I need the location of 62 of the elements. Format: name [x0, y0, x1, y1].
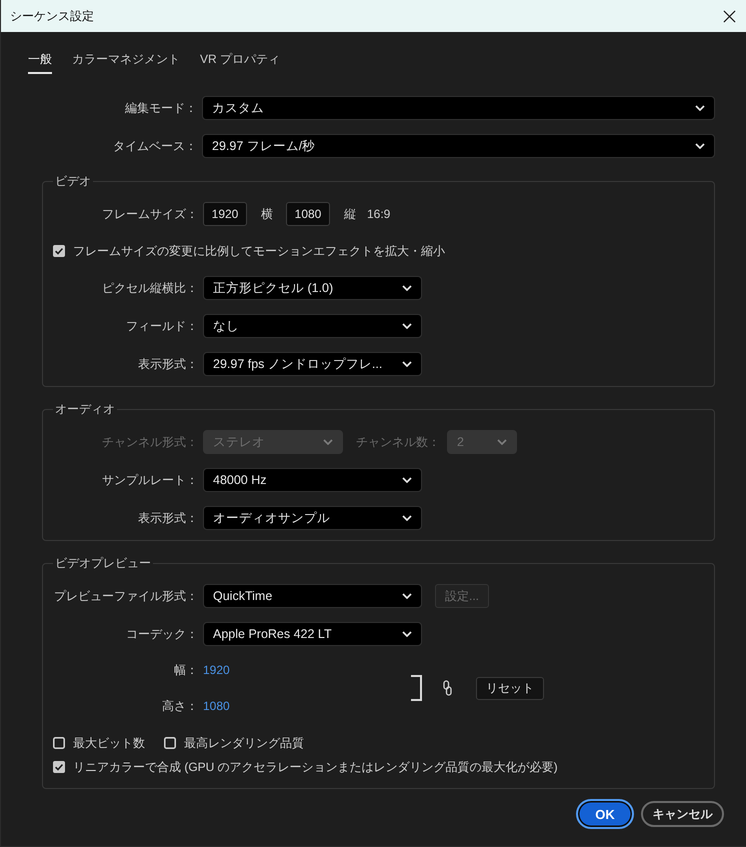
number-field[interactable]: 1920	[203, 202, 247, 226]
unit-label: 縦	[344, 206, 356, 222]
chevron-down-icon	[323, 439, 333, 445]
checkbox[interactable]	[164, 737, 176, 749]
field-label: 編集モード：	[124, 100, 197, 116]
chevron-down-icon	[402, 361, 412, 367]
chevron-down-icon	[402, 631, 412, 637]
field-label: ピクセル縦横比：	[101, 280, 198, 296]
checkbox-label: 最大ビット数	[73, 734, 145, 752]
bracket-icon	[410, 675, 422, 701]
chevron-down-icon	[402, 477, 412, 483]
field-label: フレームサイズ：	[101, 206, 198, 222]
chevron-down-icon	[402, 323, 412, 329]
chevron-down-icon	[402, 515, 412, 521]
tab[interactable]: カラーマネジメント	[72, 50, 180, 74]
checkbox[interactable]	[53, 761, 65, 773]
unit-label: 横	[261, 206, 273, 222]
aspect-ratio-text: 16:9	[367, 207, 390, 221]
reset-button[interactable]: リセット	[476, 676, 544, 700]
chain-link-icon[interactable]	[443, 680, 452, 696]
tab[interactable]: VR プロパティ	[200, 50, 280, 74]
checkbox[interactable]	[53, 245, 65, 257]
field-label: 表示形式：	[137, 510, 198, 526]
cancel-button[interactable]: キャンセル	[641, 801, 724, 827]
chevron-down-icon	[497, 439, 507, 445]
window-title: シーケンス設定	[10, 8, 94, 24]
field-label: タイムベース：	[112, 138, 197, 154]
checkbox[interactable]	[53, 737, 65, 749]
field-label: チャンネル数：	[356, 434, 440, 450]
dimension-label: 高さ：	[161, 698, 198, 714]
dropdown[interactable]: 29.97 fps ノンドロップフレ...	[203, 352, 422, 376]
chevron-down-icon	[695, 105, 705, 111]
dropdown[interactable]: オーディオサンプル	[203, 506, 422, 530]
dimension-value[interactable]: 1920	[203, 663, 230, 677]
dropdown[interactable]: カスタム	[202, 96, 715, 120]
chevron-down-icon	[402, 285, 412, 291]
checkbox-label: 最高レンダリング品質	[184, 734, 304, 752]
dropdown[interactable]: なし	[203, 314, 422, 338]
section-title: ビデオ	[54, 174, 92, 188]
tab[interactable]: 一般	[28, 50, 52, 74]
field-label: フィールド：	[125, 318, 198, 334]
field-label: チャンネル形式：	[101, 434, 198, 450]
ok-button[interactable]: OK	[576, 799, 634, 829]
checkbox-label: リニアカラーで合成 (GPU のアクセラレーションまたはレンダリング品質の最大化が必要)	[73, 758, 558, 776]
chevron-down-icon	[402, 593, 412, 599]
dropdown[interactable]: 48000 Hz	[203, 468, 422, 492]
close-icon[interactable]	[723, 10, 736, 22]
dropdown[interactable]: 29.97 フレーム/秒	[202, 134, 715, 158]
dropdown[interactable]: QuickTime	[203, 584, 422, 608]
field-label: コーデック：	[125, 626, 198, 642]
dropdown[interactable]: 正方形ピクセル (1.0)	[203, 276, 422, 300]
dimension-value[interactable]: 1080	[203, 699, 230, 713]
number-field[interactable]: 1080	[286, 202, 330, 226]
dimension-label: 幅：	[173, 662, 198, 678]
section-title: ビデオプレビュー	[54, 556, 152, 570]
field-label: 表示形式：	[137, 356, 198, 372]
chevron-down-icon	[695, 143, 705, 149]
section-title: オーディオ	[54, 402, 116, 416]
field-label: サンプルレート：	[101, 472, 198, 488]
field-label: プレビューファイル形式：	[53, 588, 198, 604]
dropdown[interactable]: Apple ProRes 422 LT	[203, 622, 422, 646]
checkbox-label: フレームサイズの変更に比例してモーションエフェクトを拡大・縮小	[73, 242, 445, 260]
